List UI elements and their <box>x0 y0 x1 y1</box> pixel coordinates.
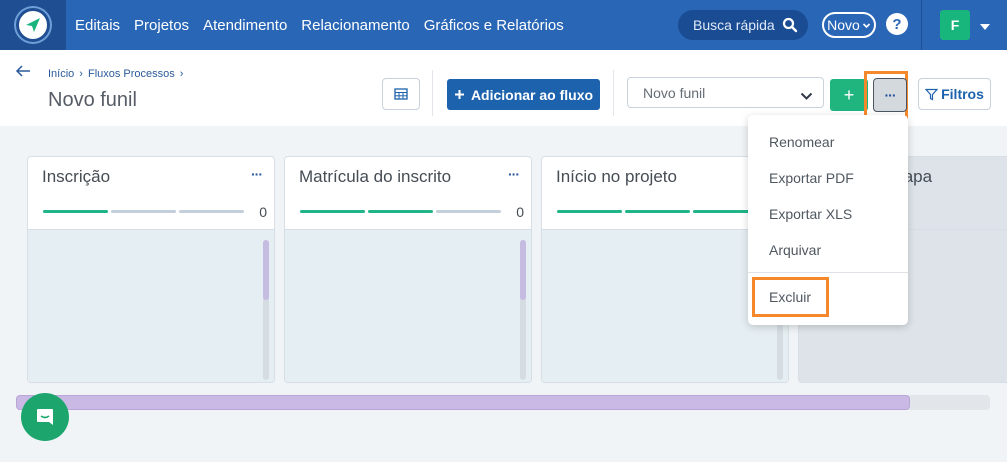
page-title: Novo funil <box>48 89 137 111</box>
nav-links: Editais Projetos Atendimento Relacioname… <box>75 17 578 34</box>
toolbar-divider <box>432 70 433 116</box>
table-view-button[interactable] <box>382 78 420 110</box>
logo-icon <box>16 8 50 42</box>
add-funnel-button[interactable]: + <box>830 79 868 111</box>
breadcrumb-fluxos-processos[interactable]: Fluxos Processos <box>88 68 175 80</box>
user-avatar[interactable]: F <box>940 10 970 40</box>
search-icon <box>782 17 798 36</box>
stage-count: 0 <box>259 204 267 220</box>
stage-title: Início no projeto <box>556 167 677 186</box>
table-icon <box>394 88 408 100</box>
progress-segment <box>436 210 501 213</box>
menu-item-exportar-xls[interactable]: Exportar XLS <box>769 206 852 222</box>
chat-button[interactable] <box>21 393 69 441</box>
more-options-button[interactable]: ··· <box>873 78 907 112</box>
plus-icon <box>454 90 464 99</box>
progress-segment <box>557 210 622 213</box>
stage-progress <box>300 210 501 213</box>
chevron-right-icon: › <box>179 68 184 80</box>
progress-segment <box>625 210 690 213</box>
funnel-select[interactable]: Novo funil <box>627 77 824 108</box>
stage-title: Inscrição <box>42 167 111 186</box>
new-dropdown-button[interactable]: Novo <box>822 12 876 38</box>
funnel-select-value: Novo funil <box>643 84 706 101</box>
stage-drop-area[interactable] <box>285 229 531 382</box>
caret-down-icon[interactable] <box>979 18 991 36</box>
nav-link-relacionamento[interactable]: Relacionamento <box>301 17 409 34</box>
progress-segment <box>300 210 365 213</box>
stage-drop-area[interactable] <box>28 229 274 382</box>
stage-column: Matrícula do inscrito ··· 0 <box>284 156 532 383</box>
chevron-right-icon: › <box>79 68 83 80</box>
progress-segment <box>43 210 108 213</box>
scrollbar-thumb[interactable] <box>263 240 269 300</box>
more-options-menu: Renomear Exportar PDF Exportar XLS Arqui… <box>748 115 908 325</box>
menu-item-renomear[interactable]: Renomear <box>769 134 834 150</box>
nav-link-atendimento[interactable]: Atendimento <box>203 17 287 34</box>
nav-link-graficos-relatorios[interactable]: Gráficos e Relatórios <box>424 17 564 34</box>
horizontal-scrollbar-thumb[interactable] <box>16 395 910 410</box>
progress-segment <box>368 210 433 213</box>
stage-title: Matrícula do inscrito <box>299 167 452 186</box>
progress-segment <box>111 210 176 213</box>
breadcrumb-inicio[interactable]: Início <box>48 68 74 80</box>
breadcrumb: Início › Fluxos Processos › <box>48 68 183 80</box>
back-arrow-icon[interactable] <box>14 64 32 83</box>
filter-icon <box>925 88 939 100</box>
filters-button[interactable]: Filtros <box>918 78 991 110</box>
nav-link-projetos[interactable]: Projetos <box>134 17 189 34</box>
add-to-flow-label: Adicionar ao fluxo <box>470 86 594 103</box>
add-to-flow-button[interactable]: Adicionar ao fluxo <box>447 79 600 110</box>
stage-progress <box>557 210 758 213</box>
highlight-box <box>752 277 829 317</box>
menu-divider <box>748 272 908 273</box>
stage-more-button[interactable]: ··· <box>251 166 263 182</box>
progress-segment <box>179 210 244 213</box>
quick-search-button[interactable]: Busca rápida <box>678 10 808 40</box>
chevron-down-icon <box>862 22 870 28</box>
new-label: Novo <box>827 17 860 33</box>
nav-link-editais[interactable]: Editais <box>75 17 120 34</box>
quick-search-label: Busca rápida <box>693 17 775 33</box>
scrollbar-thumb[interactable] <box>520 240 526 300</box>
stage-more-button[interactable]: ··· <box>508 166 520 182</box>
chevron-down-icon <box>800 88 813 104</box>
top-nav-bar: Editais Projetos Atendimento Relacioname… <box>0 0 1007 50</box>
help-icon[interactable]: ? <box>886 13 908 35</box>
app-logo[interactable] <box>0 0 66 50</box>
stage-column: Inscrição ··· 0 <box>27 156 275 383</box>
chat-icon <box>37 409 53 425</box>
menu-item-exportar-pdf[interactable]: Exportar PDF <box>769 170 854 186</box>
nav-divider <box>921 0 922 50</box>
filters-label: Filtros <box>941 86 984 102</box>
stage-count: 0 <box>516 204 524 220</box>
toolbar-divider <box>613 70 614 116</box>
stage-progress <box>43 210 244 213</box>
menu-item-arquivar[interactable]: Arquivar <box>769 242 821 258</box>
